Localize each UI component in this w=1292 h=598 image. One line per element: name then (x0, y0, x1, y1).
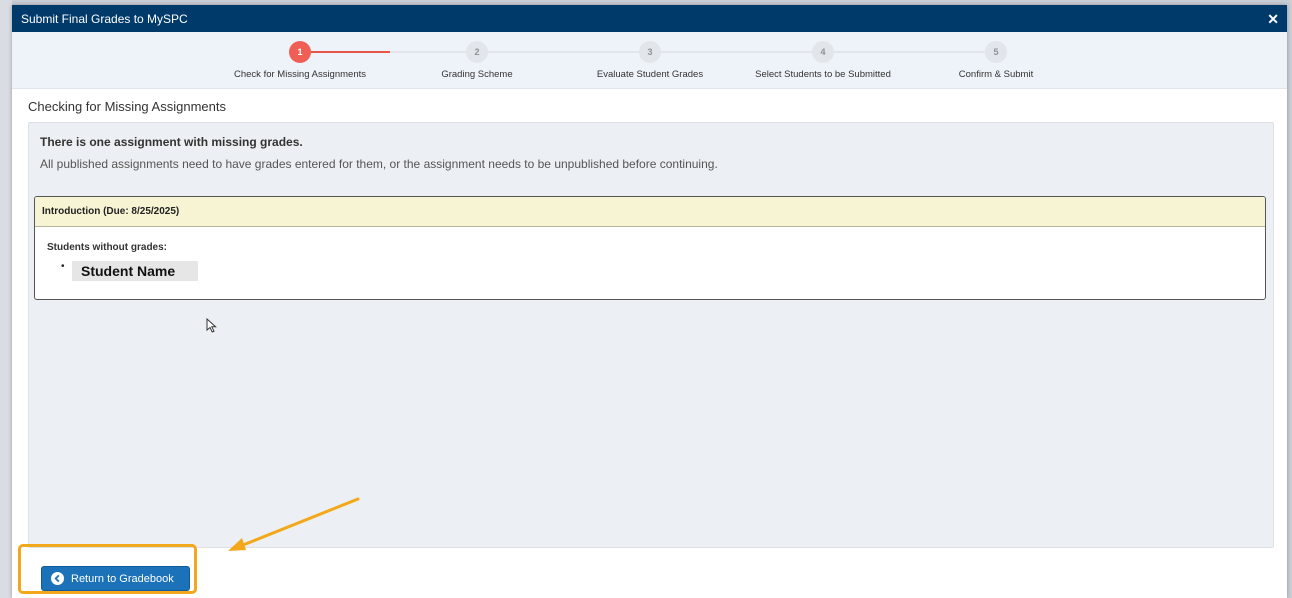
missing-assignments-panel: There is one assignment with missing gra… (28, 122, 1274, 548)
panel-heading: There is one assignment with missing gra… (40, 135, 303, 149)
list-bullet: • (61, 261, 65, 272)
step-5: 5 Confirm & Submit (906, 41, 1086, 80)
section-title: Checking for Missing Assignments (28, 99, 226, 114)
submit-grades-modal: Submit Final Grades to MySPC ✕ 1 Check f… (12, 5, 1287, 598)
assignment-card: Introduction (Due: 8/25/2025) Students w… (34, 196, 1266, 300)
modal-header: Submit Final Grades to MySPC ✕ (12, 5, 1287, 32)
students-without-grades-label: Students without grades: (47, 242, 167, 253)
mouse-cursor-icon (206, 318, 217, 333)
step-5-label: Confirm & Submit (958, 69, 1034, 80)
return-to-gradebook-label: Return to Gradebook (71, 572, 174, 585)
arrow-annotation-icon (228, 497, 360, 551)
step-4: 4 Select Students to be Submitted (733, 41, 913, 80)
step-3: 3 Evaluate Student Grades (560, 41, 740, 80)
panel-description: All published assignments need to have g… (40, 157, 718, 171)
return-to-gradebook-button[interactable]: Return to Gradebook (41, 566, 190, 591)
close-icon[interactable]: ✕ (1267, 12, 1279, 26)
step-1-indicator: 1 (289, 41, 311, 63)
assignment-header: Introduction (Due: 8/25/2025) (35, 197, 1265, 227)
progress-stepper: 1 Check for Missing Assignments 2 Gradin… (12, 32, 1287, 89)
student-name: Student Name (72, 261, 198, 281)
step-4-label: Select Students to be Submitted (755, 69, 891, 80)
step-2-label: Grading Scheme (441, 69, 513, 80)
step-3-label: Evaluate Student Grades (596, 69, 704, 80)
step-2: 2 Grading Scheme (387, 41, 567, 80)
step-1: 1 Check for Missing Assignments (210, 41, 390, 80)
step-3-indicator: 3 (639, 41, 661, 63)
step-2-indicator: 2 (466, 41, 488, 63)
modal-title: Submit Final Grades to MySPC (21, 11, 188, 26)
assignment-body: Students without grades: • Student Name (35, 227, 1265, 299)
step-4-indicator: 4 (812, 41, 834, 63)
page-backdrop (0, 0, 12, 598)
chevron-left-circle-icon (51, 572, 64, 585)
step-5-indicator: 5 (985, 41, 1007, 63)
step-1-label: Check for Missing Assignments (234, 69, 366, 80)
